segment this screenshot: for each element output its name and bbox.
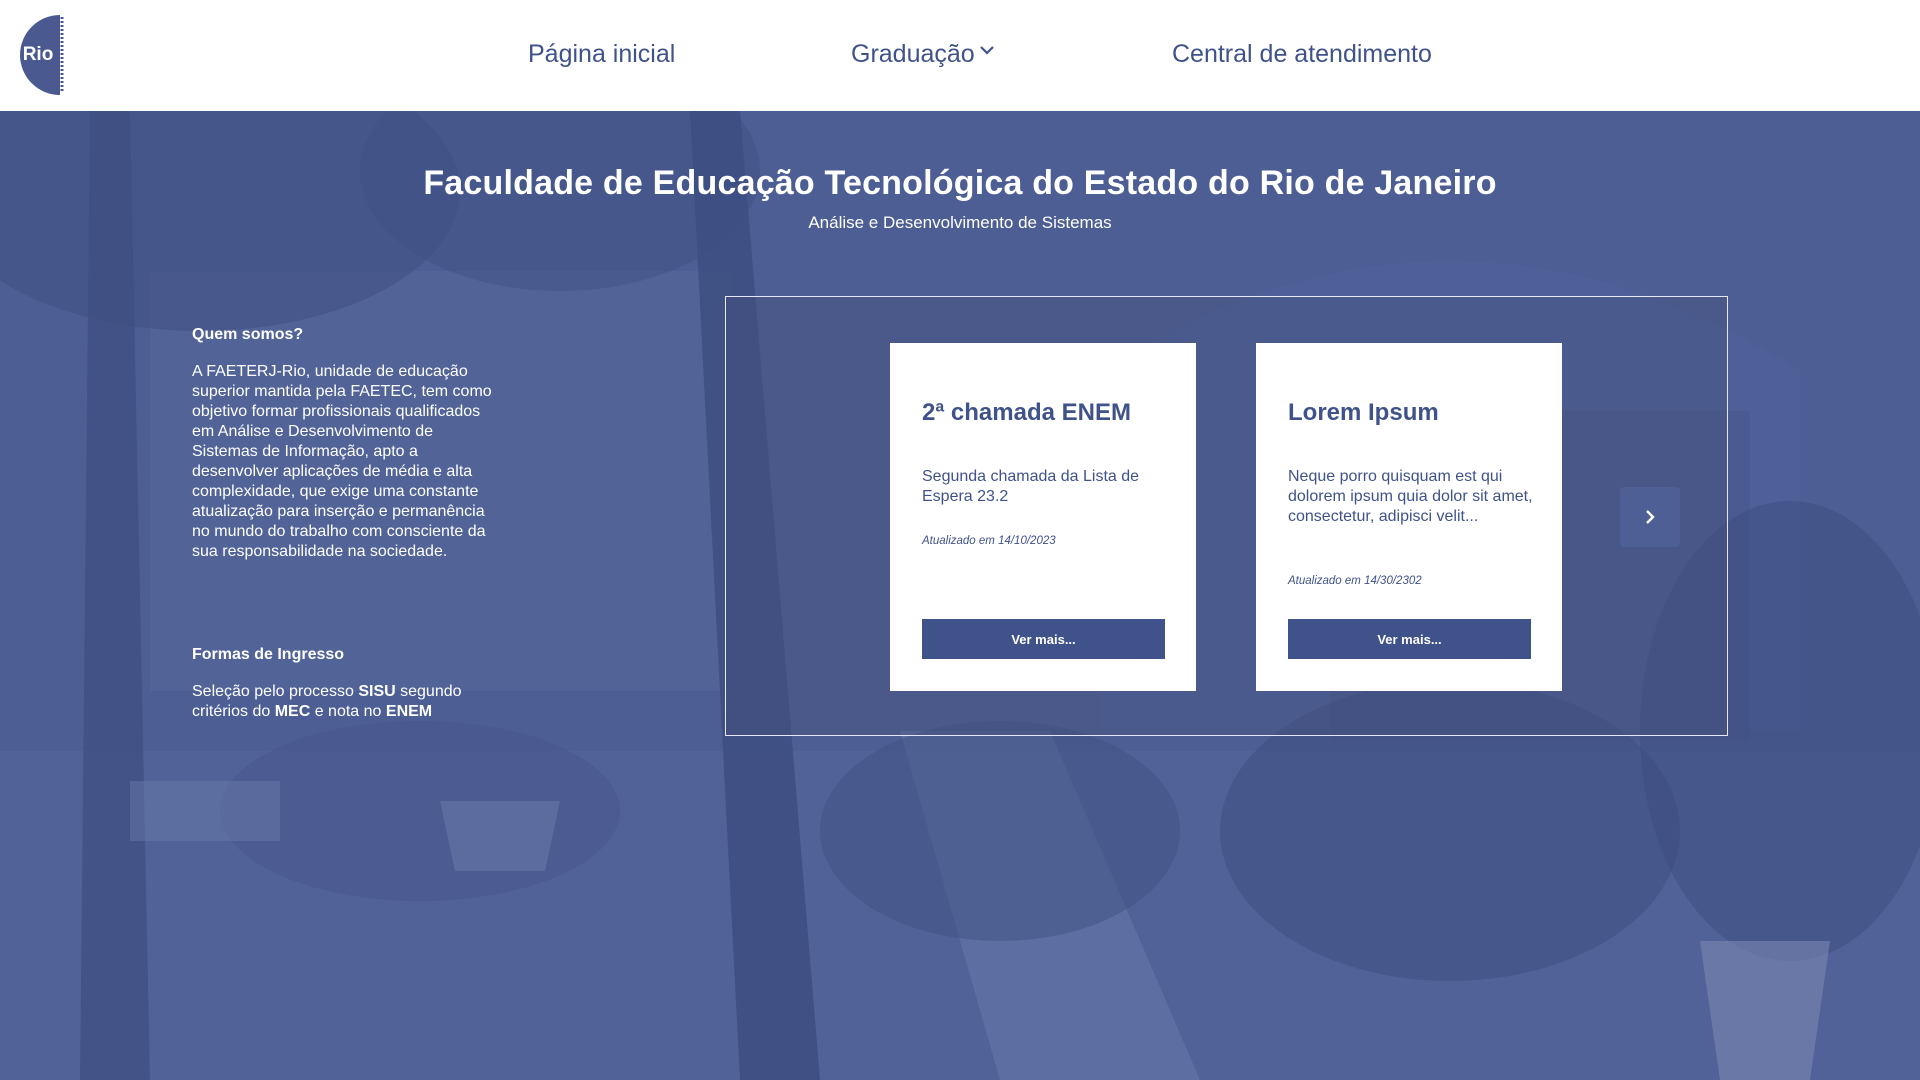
card-title: Lorem Ipsum: [1288, 399, 1439, 426]
ingresso-heading: Formas de Ingresso: [192, 646, 345, 663]
ingresso-sisu: SISU: [358, 683, 396, 700]
card-date: Atualizado em 14/30/2302: [1288, 575, 1422, 587]
card-title: 2ª chamada ENEM: [922, 399, 1131, 426]
ingresso-text-part: Seleção pelo processo: [192, 683, 359, 700]
logo-text: Rio: [22, 44, 54, 65]
chevron-right-icon: [1646, 510, 1655, 524]
ingresso-text: Seleção pelo processo SISU segundo crité…: [192, 682, 492, 722]
about-heading: Quem somos?: [192, 326, 304, 343]
carousel-next-button[interactable]: [1620, 487, 1680, 547]
page-title: Faculdade de Educação Tecnológica do Est…: [423, 164, 1497, 202]
nav-graduacao-label: Graduação: [851, 40, 975, 68]
ver-mais-button[interactable]: Ver mais...: [922, 619, 1165, 659]
page-subtitle: Análise e Desenvolvimento de Sistemas: [808, 213, 1112, 232]
nav-home-link[interactable]: Página inicial: [528, 40, 675, 69]
ingresso-mec: MEC: [274, 703, 311, 720]
ingresso-enem: ENEM: [385, 703, 433, 720]
nav-graduacao-dropdown[interactable]: Graduação: [851, 40, 995, 69]
faeterj-logo[interactable]: Rio: [16, 15, 64, 95]
news-carousel: 2ª chamada ENEM Segunda chamada da Lista…: [725, 296, 1728, 736]
news-card: Lorem Ipsum Neque porro quisquam est qui…: [1256, 343, 1562, 691]
ingresso-text-part: e nota no: [310, 703, 386, 720]
card-date: Atualizado em 14/10/2023: [922, 535, 1056, 547]
about-text: A FAETERJ-Rio, unidade de educação super…: [192, 363, 492, 560]
chevron-down-icon: [979, 46, 994, 55]
nav-central-link[interactable]: Central de atendimento: [1172, 40, 1432, 69]
ver-mais-button[interactable]: Ver mais...: [1288, 619, 1531, 659]
about-section: Quem somos? A FAETERJ-Rio, unidade de ed…: [192, 326, 492, 562]
card-text: Segunda chamada da Lista de Espera 23.2: [922, 468, 1140, 505]
news-card: 2ª chamada ENEM Segunda chamada da Lista…: [890, 343, 1196, 691]
top-navbar: Rio Página inicial Graduação Central de …: [0, 0, 1920, 111]
ingresso-section: Formas de Ingresso Seleção pelo processo…: [192, 646, 492, 722]
card-text: Neque porro quisquam est qui dolorem ips…: [1288, 468, 1533, 525]
